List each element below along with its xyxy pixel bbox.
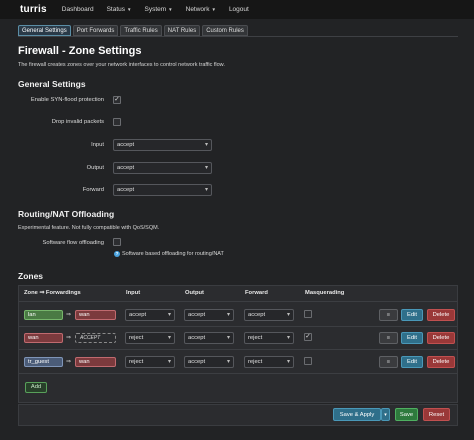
forward-accept-tag: ACCEPT	[75, 333, 116, 343]
forward-policy-select[interactable]: accept	[113, 184, 212, 196]
masquerading-checkbox[interactable]	[304, 310, 312, 318]
sw-offload-label: Software flow offloading	[42, 240, 104, 246]
masquerading-checkbox[interactable]	[304, 357, 312, 365]
delete-button[interactable]: Delete	[427, 332, 455, 344]
nav-logout[interactable]: Logout	[229, 6, 249, 13]
zone-output-select[interactable]: accept	[184, 332, 234, 344]
zone-tag-guest: tr_guest	[24, 357, 63, 367]
input-policy-label: Input	[91, 142, 104, 148]
forward-arrow-icon: ⇒	[66, 335, 72, 341]
nav-dashboard[interactable]: Dashboard	[62, 6, 94, 13]
zone-output-select[interactable]: accept	[184, 356, 234, 368]
nav-system[interactable]: System ▼	[144, 6, 172, 13]
sw-offload-hint-text: Software based offloading for routing/NA…	[122, 251, 224, 257]
tab-nat-rules[interactable]: NAT Rules	[163, 25, 201, 36]
col-output: Output	[185, 290, 204, 296]
delete-button[interactable]: Delete	[427, 309, 455, 321]
zone-tag-wan: wan	[75, 310, 116, 320]
tab-bar: General Settings Port Forwards Traffic R…	[18, 25, 248, 36]
save-button[interactable]: Save	[395, 408, 418, 421]
zone-forward-select[interactable]: reject	[244, 332, 294, 344]
row-divider	[19, 373, 457, 374]
edit-button[interactable]: Edit	[401, 356, 423, 368]
forward-arrow-icon: ⇒	[66, 359, 72, 365]
offloading-description: Experimental feature. Not fully compatib…	[18, 225, 160, 231]
row-divider	[19, 326, 457, 327]
forward-policy-label: Forward	[82, 187, 104, 193]
zone-input-select[interactable]: reject	[125, 332, 175, 344]
col-forward: Forward	[245, 290, 268, 296]
tab-traffic-rules[interactable]: Traffic Rules	[120, 25, 162, 36]
col-masquerading: Masquerading	[305, 290, 345, 296]
delete-button[interactable]: Delete	[427, 356, 455, 368]
menu-icon[interactable]: ≡	[379, 332, 398, 344]
zones-heading: Zones	[18, 271, 44, 281]
syn-flood-checkbox[interactable]: ✓	[113, 96, 121, 104]
page-description: The firewall creates zones over your net…	[18, 62, 225, 68]
zone-input-select[interactable]: accept	[125, 309, 175, 321]
caret-down-icon: ▼	[168, 7, 173, 12]
nav-dashboard-label: Dashboard	[61, 6, 94, 13]
nav-network-label: Network	[185, 6, 210, 13]
tab-custom-rules[interactable]: Custom Rules	[202, 25, 248, 36]
help-icon: ?	[114, 251, 120, 257]
zone-tag-lan: lan	[24, 310, 63, 320]
tab-general-settings[interactable]: General Settings	[18, 25, 71, 36]
caret-down-icon: ▼	[211, 7, 216, 12]
top-navbar: turris Dashboard Status ▼ System ▼ Network…	[0, 0, 474, 19]
add-zone-button[interactable]: Add	[25, 382, 47, 393]
save-apply-button[interactable]: Save & Apply	[333, 408, 381, 421]
zone-input-select[interactable]: reject	[125, 356, 175, 368]
zone-forward-select[interactable]: accept	[244, 309, 294, 321]
zone-forward-select[interactable]: reject	[244, 356, 294, 368]
drop-invalid-checkbox[interactable]	[113, 118, 121, 126]
nav-system-label: System	[144, 6, 167, 13]
menu-icon[interactable]: ≡	[379, 356, 398, 368]
footer-actions	[18, 404, 458, 426]
general-settings-heading: General Settings	[18, 79, 86, 89]
edit-button[interactable]: Edit	[401, 332, 423, 344]
zone-output-select[interactable]: accept	[184, 309, 234, 321]
sw-offload-checkbox[interactable]	[113, 238, 121, 246]
row-divider	[19, 349, 457, 350]
edit-button[interactable]: Edit	[401, 309, 423, 321]
zone-tag-wan: wan	[75, 357, 116, 367]
nav-status[interactable]: Status ▼	[107, 6, 132, 13]
brand-logo[interactable]: turris	[20, 4, 47, 15]
nav-logout-label: Logout	[228, 6, 249, 13]
nav-network[interactable]: Network ▼	[186, 6, 216, 13]
caret-down-icon: ▼	[127, 7, 132, 12]
offloading-heading: Routing/NAT Offloading	[18, 209, 115, 219]
input-policy-select[interactable]: accept	[113, 139, 212, 151]
output-policy-label: Output	[86, 165, 104, 171]
nav-status-label: Status	[106, 6, 126, 13]
page-title: Firewall - Zone Settings	[18, 45, 142, 57]
masquerading-checkbox[interactable]: ✓	[304, 333, 312, 341]
tab-divider	[18, 36, 458, 37]
zone-tag-wan: wan	[24, 333, 63, 343]
header-divider	[19, 301, 457, 302]
zones-table	[18, 285, 458, 403]
tab-port-forwards[interactable]: Port Forwards	[72, 25, 119, 36]
output-policy-select[interactable]: accept	[113, 162, 212, 174]
menu-icon[interactable]: ≡	[379, 309, 398, 321]
reset-button[interactable]: Reset	[423, 408, 450, 421]
syn-flood-label: Enable SYN-flood protection	[30, 97, 104, 103]
forward-arrow-icon: ⇒	[66, 312, 72, 318]
drop-invalid-label: Drop invalid packets	[51, 119, 104, 125]
save-apply-dropdown-icon[interactable]: ▾	[381, 408, 390, 421]
col-zone: Zone ⇒ Forwardings	[24, 290, 81, 296]
sw-offload-hint: ? Software based offloading for routing/…	[114, 251, 224, 257]
col-input: Input	[126, 290, 141, 296]
